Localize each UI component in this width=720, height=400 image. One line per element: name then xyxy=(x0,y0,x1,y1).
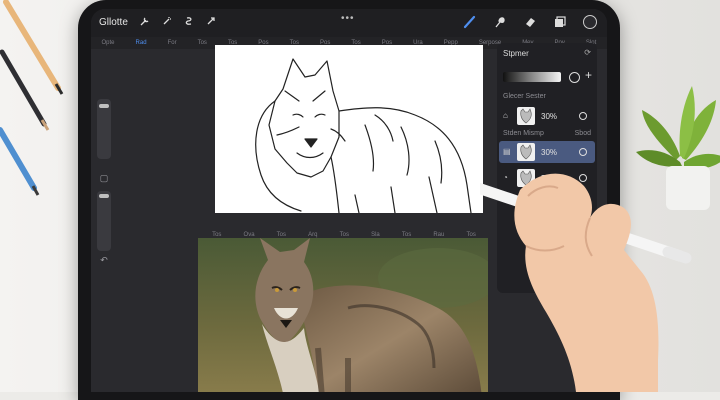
layer-row[interactable]: ⌂ 30% xyxy=(499,105,595,127)
layer-opacity: 30% xyxy=(541,112,558,121)
ruler-label: Arq xyxy=(308,231,318,238)
brush-icon[interactable] xyxy=(463,15,477,29)
layer-visibility-toggle[interactable] xyxy=(579,148,587,156)
ruler-label: Ova xyxy=(243,231,255,238)
top-toolbar: Gllotte ••• xyxy=(91,9,607,37)
left-sidebar: ▢ ↶ xyxy=(97,99,111,269)
ruler-label: Tos xyxy=(339,231,349,238)
layer-thumbnail xyxy=(517,107,535,125)
gallery-button[interactable]: Gllotte xyxy=(99,17,128,28)
modify-button-icon[interactable]: ▢ xyxy=(98,173,110,184)
menu-item[interactable]: Tos xyxy=(198,40,207,46)
wrench-icon[interactable] xyxy=(140,16,150,29)
layer-thumbnail xyxy=(517,143,535,161)
layers-settings-icon[interactable]: ⟳ xyxy=(584,48,591,57)
menu-item[interactable]: Rad xyxy=(136,40,147,46)
add-layer-icon[interactable]: + xyxy=(585,68,592,82)
layer-group-icon: ▤ xyxy=(503,147,511,156)
ruler-label: Sla xyxy=(371,231,380,238)
circle-icon[interactable] xyxy=(569,72,580,83)
undo-icon[interactable]: ↶ xyxy=(98,255,110,266)
wolf-sketch-illustration xyxy=(255,58,472,213)
pencil-orange xyxy=(0,0,80,200)
layers-icon[interactable] xyxy=(553,15,567,29)
layers-panel-title: Stpmer xyxy=(503,49,529,58)
hand-with-stylus xyxy=(464,160,720,392)
layer-group-title: Stden Mismp xyxy=(503,130,544,137)
menu-item[interactable]: For xyxy=(168,40,177,46)
layer-section-title: Glecer Sester xyxy=(503,93,546,100)
brush-icon: ⌂ xyxy=(503,111,508,120)
ruler-label: Tos xyxy=(212,231,222,238)
layer-visibility-toggle[interactable] xyxy=(579,112,587,120)
smudge-icon[interactable] xyxy=(493,15,507,29)
wolf-reference-photo xyxy=(198,238,488,392)
layer-opacity: 30% xyxy=(541,148,558,157)
ruler-label: Rau xyxy=(433,231,445,238)
magic-icon[interactable] xyxy=(162,16,172,29)
opacity-slider[interactable] xyxy=(97,191,111,251)
color-picker-icon[interactable] xyxy=(583,15,597,29)
ruler-label: Tos xyxy=(401,231,412,238)
selection-icon[interactable] xyxy=(184,16,194,29)
wolf-sketch-canvas[interactable] xyxy=(215,45,483,213)
color-gradient-bar[interactable] xyxy=(503,72,561,82)
ruler-label: Tos xyxy=(276,231,287,238)
move-icon[interactable] xyxy=(206,16,216,29)
brush-size-slider[interactable] xyxy=(97,99,111,159)
more-options-icon[interactable]: ••• xyxy=(341,13,355,24)
ruler-label: Tos xyxy=(466,231,476,238)
menu-item[interactable]: Opte xyxy=(102,40,115,46)
eraser-icon[interactable] xyxy=(523,15,537,29)
layer-group-mode[interactable]: Sbod xyxy=(575,130,591,137)
